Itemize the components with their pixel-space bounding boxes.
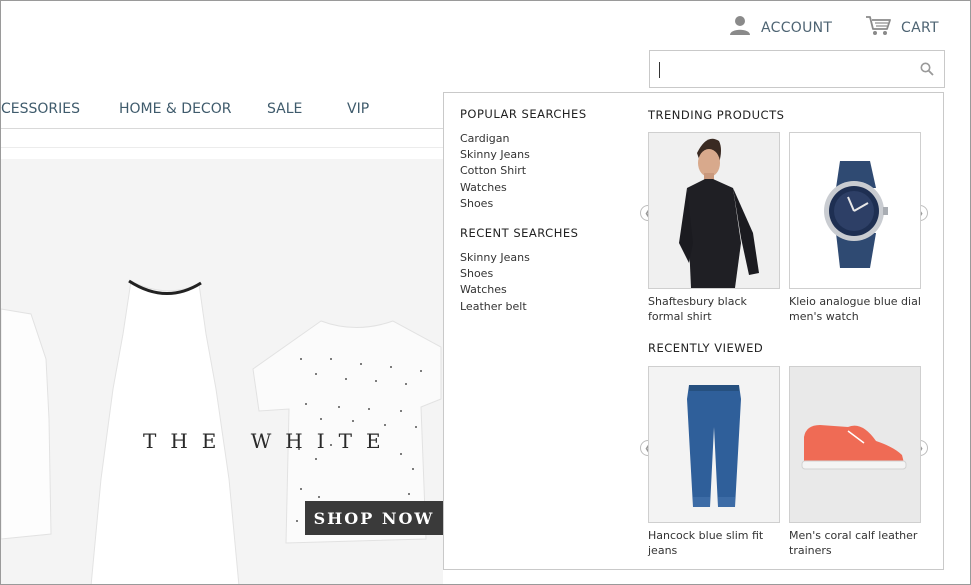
search-input[interactable]: [649, 50, 945, 88]
popular-search-item[interactable]: Cardigan: [460, 131, 630, 147]
recent-search-item[interactable]: Shoes: [460, 266, 630, 282]
cart-label: CART: [901, 20, 939, 36]
product-card[interactable]: Shaftesbury black formal shirt: [648, 132, 780, 324]
search-icon[interactable]: [920, 62, 934, 81]
product-image[interactable]: [789, 132, 921, 289]
product-image[interactable]: [648, 366, 780, 523]
popular-searches-list: Cardigan Skinny Jeans Cotton Shirt Watch…: [460, 131, 630, 212]
recent-searches-title: RECENT SEARCHES: [460, 226, 579, 241]
product-card[interactable]: Hancock blue slim fit jeans: [648, 366, 780, 558]
user-icon: [729, 15, 751, 40]
page: ACCOUNT CART CESSORIES HOME & DECOR SALE…: [0, 0, 971, 585]
text-cursor: [659, 62, 660, 78]
hero-title: THE WHITE: [143, 429, 395, 453]
recent-searches-list: Skinny Jeans Shoes Watches Leather belt: [460, 250, 630, 315]
popular-searches-title: POPULAR SEARCHES: [460, 107, 587, 121]
nav-item-home-decor[interactable]: HOME & DECOR: [119, 101, 231, 117]
search-dropdown: POPULAR SEARCHES Cardigan Skinny Jeans C…: [443, 92, 944, 570]
divider: [1, 147, 443, 148]
recent-search-item[interactable]: Leather belt: [460, 299, 630, 315]
product-card[interactable]: Kleio analogue blue dial men's watch: [789, 132, 921, 324]
hero-banner[interactable]: THE WHITE SHOP NOW: [1, 159, 443, 584]
popular-search-item[interactable]: Cotton Shirt: [460, 163, 630, 179]
nav-item-sale[interactable]: SALE: [267, 101, 302, 117]
product-image[interactable]: [789, 366, 921, 523]
nav-item-accessories[interactable]: CESSORIES: [1, 101, 80, 117]
main-nav: CESSORIES HOME & DECOR SALE VIP: [1, 97, 443, 129]
cart-link[interactable]: CART: [865, 15, 939, 41]
trending-products-title: TRENDING PRODUCTS: [648, 108, 785, 122]
popular-search-item[interactable]: Skinny Jeans: [460, 147, 630, 163]
recent-search-item[interactable]: Skinny Jeans: [460, 250, 630, 266]
product-name[interactable]: Shaftesbury black formal shirt: [648, 295, 780, 324]
product-name[interactable]: Men's coral calf leather trainers: [789, 529, 921, 558]
product-name[interactable]: Kleio analogue blue dial men's watch: [789, 295, 921, 324]
cart-icon: [865, 15, 892, 41]
recently-viewed-title: RECENTLY VIEWED: [648, 341, 764, 355]
product-name[interactable]: Hancock blue slim fit jeans: [648, 529, 780, 558]
product-suggestions: TRENDING PRODUCTS ❮ ❯ Shaf: [640, 93, 944, 569]
product-card[interactable]: Men's coral calf leather trainers: [789, 366, 921, 558]
search-suggestions: POPULAR SEARCHES Cardigan Skinny Jeans C…: [460, 107, 630, 315]
nav-item-vip[interactable]: VIP: [347, 101, 369, 117]
product-image[interactable]: [648, 132, 780, 289]
shop-now-button[interactable]: SHOP NOW: [305, 501, 443, 535]
popular-search-item[interactable]: Shoes: [460, 196, 630, 212]
account-link[interactable]: ACCOUNT: [729, 15, 832, 40]
account-label: ACCOUNT: [761, 19, 833, 36]
popular-search-item[interactable]: Watches: [460, 180, 630, 196]
recent-search-item[interactable]: Watches: [460, 282, 630, 298]
